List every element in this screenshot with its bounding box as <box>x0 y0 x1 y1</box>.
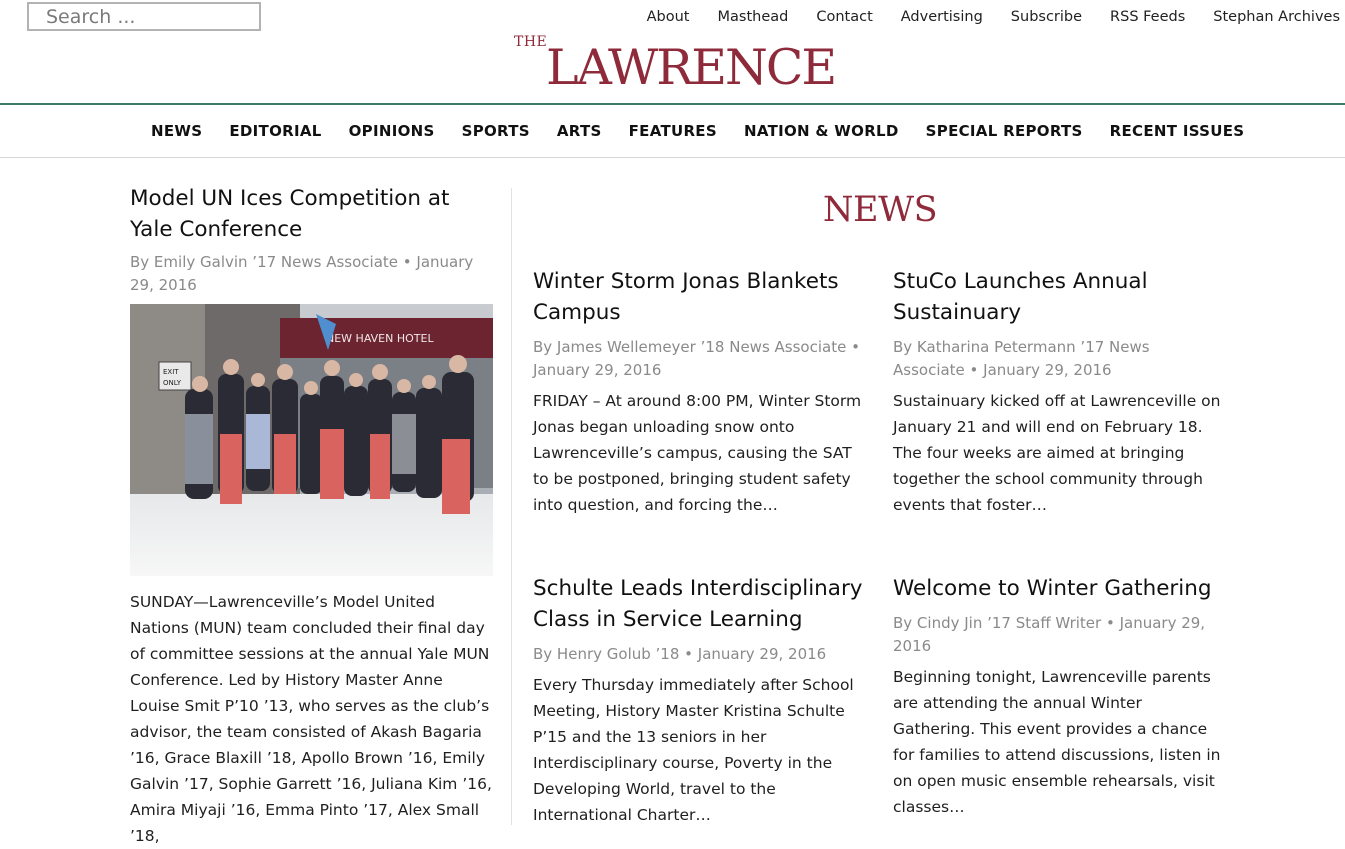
article-headline[interactable]: StuCo Launches Annual Sustainuary <box>893 266 1225 328</box>
nav-recent-issues[interactable]: RECENT ISSUES <box>1110 122 1245 140</box>
top-links: About Masthead Contact Advertising Subsc… <box>647 9 1340 25</box>
top-link-contact[interactable]: Contact <box>816 9 872 25</box>
header-divider <box>0 103 1345 105</box>
article-card-winter-gathering: Welcome to Winter Gathering By Cindy Jin… <box>893 573 1225 820</box>
site-logo[interactable]: THE LAWRENCE <box>514 34 844 98</box>
featured-photo[interactable]: NEW HAVEN HOTEL EXIT ONLY <box>130 304 493 576</box>
svg-text:ONLY: ONLY <box>163 379 182 387</box>
article-byline: By Cindy Jin ’17 Staff Writer • January … <box>893 614 1206 655</box>
featured-headline[interactable]: Model UN Ices Competition at Yale Confer… <box>130 183 495 245</box>
article-excerpt: Every Thursday immediately after School … <box>533 676 854 824</box>
logo-name: LAWRENCE <box>546 39 837 96</box>
top-link-rss-feeds[interactable]: RSS Feeds <box>1110 9 1185 25</box>
top-link-masthead[interactable]: Masthead <box>718 9 789 25</box>
svg-text:EXIT: EXIT <box>163 368 179 376</box>
featured-byline: By Emily Galvin ’17 News Associate • Jan… <box>130 253 474 294</box>
article-byline: By Katharina Petermann ’17 News Associat… <box>893 338 1150 379</box>
nav-special-reports[interactable]: SPECIAL REPORTS <box>926 122 1083 140</box>
nav-arts[interactable]: ARTS <box>557 122 602 140</box>
top-link-about[interactable]: About <box>647 9 690 25</box>
article-headline[interactable]: Welcome to Winter Gathering <box>893 573 1225 604</box>
logo-the: THE <box>514 34 548 50</box>
nav-features[interactable]: FEATURES <box>629 122 717 140</box>
article-headline[interactable]: Winter Storm Jonas Blankets Campus <box>533 266 865 328</box>
article-byline: By James Wellemeyer ’18 News Associate •… <box>533 338 860 379</box>
article-card-winter-storm: Winter Storm Jonas Blankets Campus By Ja… <box>533 266 865 518</box>
article-excerpt: Beginning tonight, Lawrenceville parents… <box>893 668 1221 816</box>
featured-article: Model UN Ices Competition at Yale Confer… <box>130 183 495 849</box>
top-link-advertising[interactable]: Advertising <box>901 9 983 25</box>
featured-excerpt: SUNDAY—Lawrenceville’s Model United Nati… <box>130 593 492 845</box>
top-link-subscribe[interactable]: Subscribe <box>1011 9 1082 25</box>
main-nav: NEWS EDITORIAL OPINIONS SPORTS ARTS FEAT… <box>0 106 1345 158</box>
search-box[interactable] <box>27 2 261 31</box>
nav-news[interactable]: NEWS <box>151 122 202 140</box>
column-divider <box>511 188 512 825</box>
article-headline[interactable]: Schulte Leads Interdisciplinary Class in… <box>533 573 865 635</box>
nav-opinions[interactable]: OPINIONS <box>349 122 435 140</box>
nav-nation-world[interactable]: NATION & WORLD <box>744 122 899 140</box>
photo-hotel-sign: NEW HAVEN HOTEL <box>326 332 434 345</box>
nav-editorial[interactable]: EDITORIAL <box>229 122 321 140</box>
article-byline: By Henry Golub ’18 • January 29, 2016 <box>533 645 827 663</box>
search-input[interactable] <box>29 4 259 29</box>
section-title: NEWS <box>822 190 938 230</box>
article-card-sustainuary: StuCo Launches Annual Sustainuary By Kat… <box>893 266 1225 518</box>
article-card-schulte: Schulte Leads Interdisciplinary Class in… <box>533 573 865 828</box>
article-excerpt: Sustainuary kicked off at Lawrenceville … <box>893 392 1221 514</box>
nav-sports[interactable]: SPORTS <box>462 122 530 140</box>
article-excerpt: FRIDAY – At around 8:00 PM, Winter Storm… <box>533 392 862 514</box>
top-link-stephan-archives[interactable]: Stephan Archives <box>1213 9 1340 25</box>
